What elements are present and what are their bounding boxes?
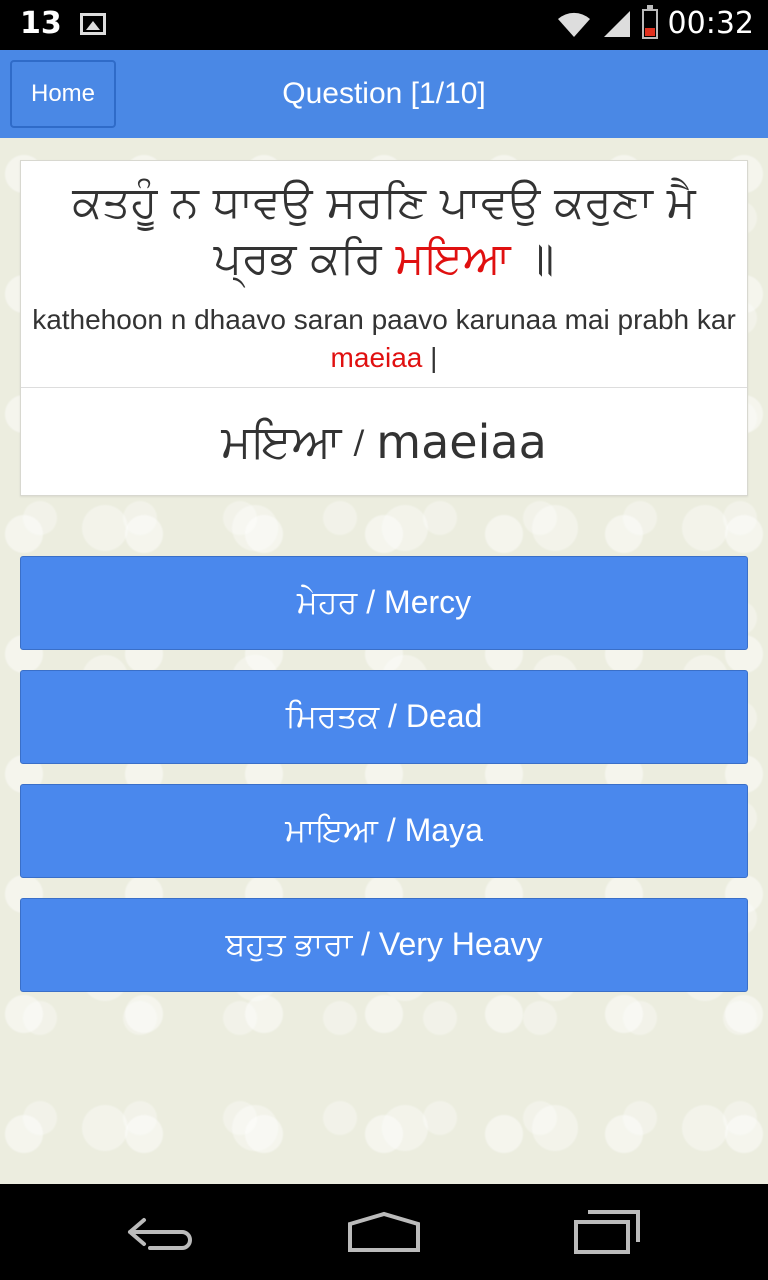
gurmukhi-verse: ਕਤਹੂੰ ਨ ਧਾਵਉ ਸਰਣਿ ਪਾਵਉ ਕਰੁਣਾ ਮੈ ਪ੍ਰਭ ਕਰਿ… [31, 175, 737, 287]
battery-icon [641, 4, 658, 39]
home-button[interactable]: Home [10, 60, 116, 128]
wifi-icon [557, 12, 590, 37]
option-button-4[interactable]: ਬਹੁਤ ਭਾਰਾ / Very Heavy [20, 898, 748, 992]
translit-verse-start: kathehoon n dhaavo saran paavo karunaa m… [32, 304, 736, 335]
notification-count: 13 [20, 6, 62, 41]
app-header: Home Question [1/10] [0, 50, 768, 139]
home-icon[interactable] [344, 1202, 424, 1262]
question-card: ਕਤਹੂੰ ਨ ਧਾਵਉ ਸਰਣਿ ਪਾਵਉ ਕਰੁਣਾ ਮੈ ਪ੍ਰਭ ਕਰਿ… [20, 160, 748, 496]
translit-highlight-word: maeiaa [330, 342, 423, 373]
gurmukhi-verse-end: ॥ [510, 233, 555, 284]
card-divider [21, 387, 747, 388]
option-button-2[interactable]: ਮਿਰਤਕ / Dead [20, 670, 748, 764]
question-word: ਮਇਆ / maeiaa [21, 389, 747, 495]
option-button-1[interactable]: ਮੇਹਰ / Mercy [20, 556, 748, 650]
signal-icon [603, 10, 630, 37]
question-word-roman: maeiaa [376, 415, 547, 469]
navigation-bar [0, 1184, 768, 1280]
transliteration-verse: kathehoon n dhaavo saran paavo karunaa m… [31, 301, 737, 377]
back-icon[interactable] [120, 1202, 200, 1262]
gurmukhi-highlight-word: ਮਇਆ [395, 233, 511, 284]
option-button-3[interactable]: ਮਾਇਆ / Maya [20, 784, 748, 878]
recents-icon[interactable] [568, 1202, 648, 1262]
translit-verse-end: | [422, 342, 438, 373]
question-word-separator: / [353, 423, 365, 461]
status-bar: 13 00:32 [0, 0, 768, 50]
gurmukhi-verse-start: ਕਤਹੂੰ ਨ ਧਾਵਉ ਸਰਣਿ ਪਾਵਉ ਕਰੁਣਾ ਮੈ ਪ੍ਰਭ ਕਰਿ [72, 177, 696, 284]
image-notification-icon [79, 12, 106, 35]
question-word-gurmukhi: ਮਇਆ [221, 414, 342, 468]
clock: 00:32 [667, 6, 754, 41]
